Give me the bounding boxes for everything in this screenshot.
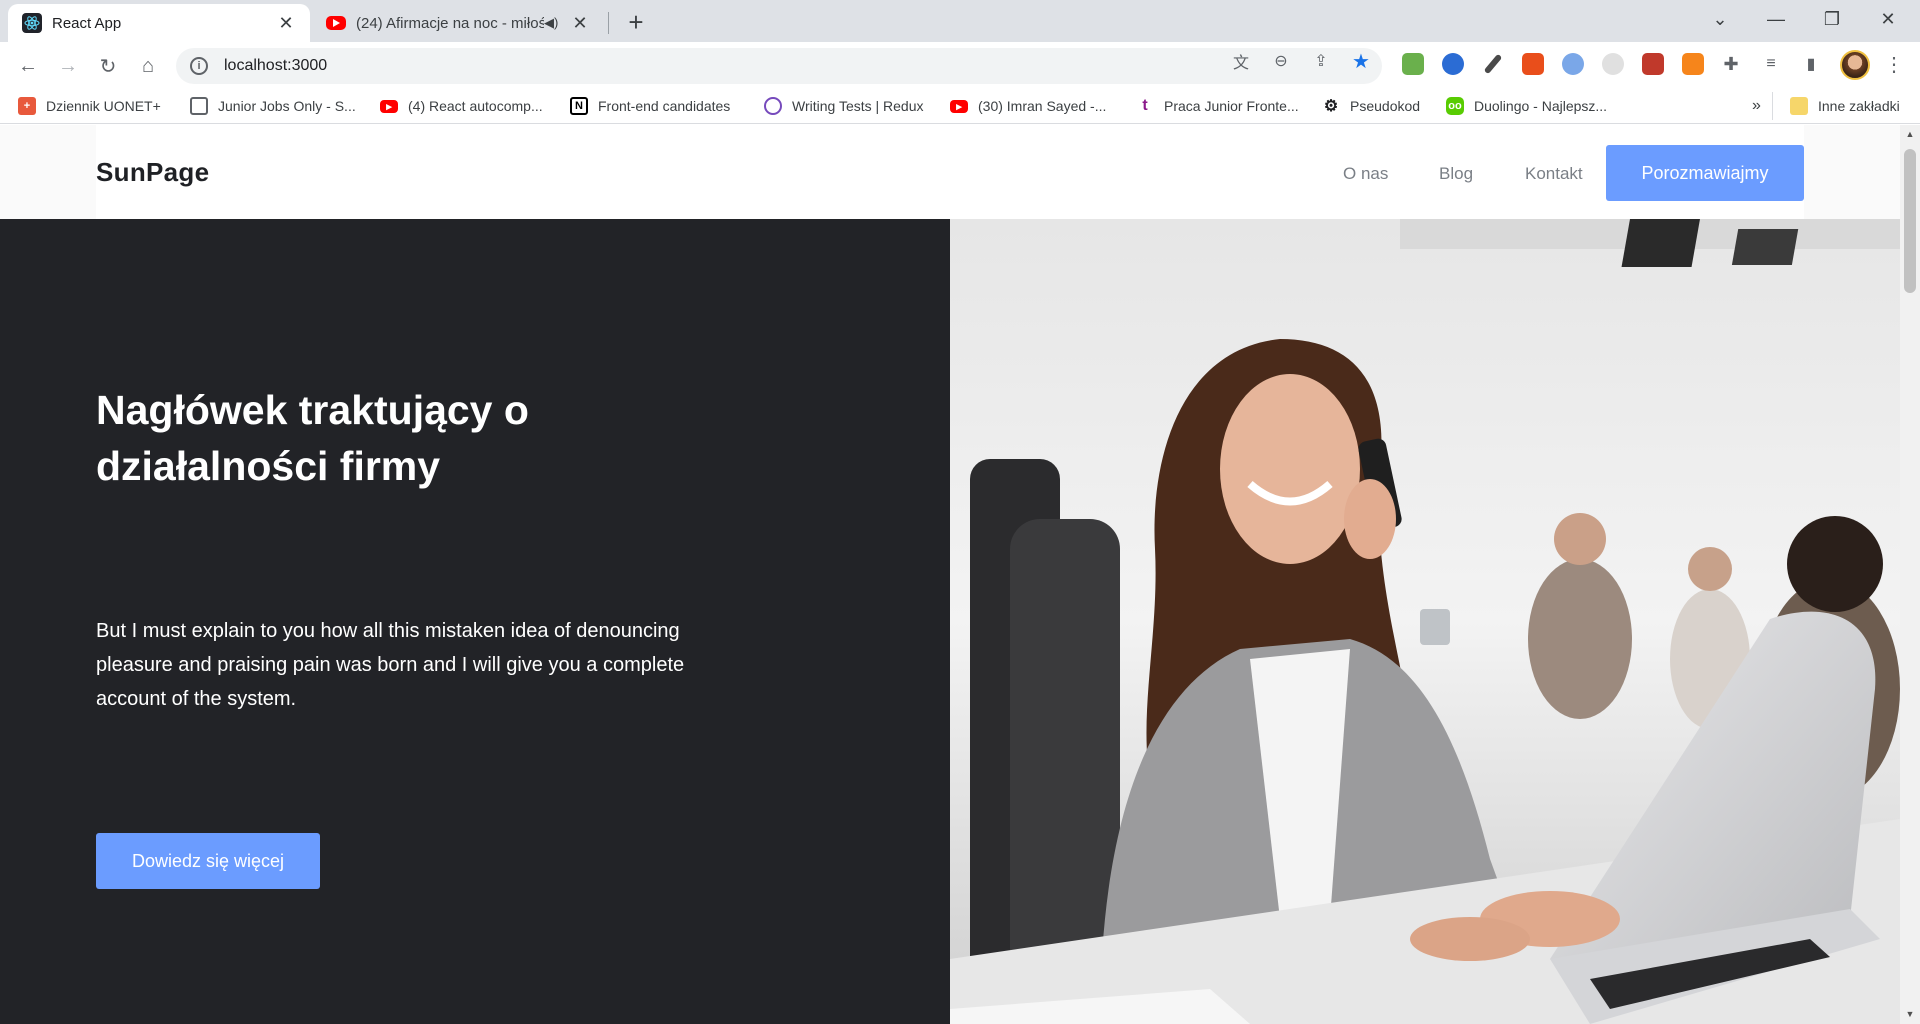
speaker-icon[interactable]: ◀): [544, 15, 564, 31]
learn-more-button[interactable]: Dowiedz się więcej: [96, 833, 320, 889]
bookmark-item[interactable]: Writing Tests | Redux: [764, 95, 924, 117]
home-button[interactable]: ⌂: [132, 50, 164, 82]
tab-title: React App: [52, 14, 122, 32]
close-window-button[interactable]: ✕: [1860, 0, 1916, 38]
reload-button[interactable]: ↻: [92, 50, 124, 82]
contact-cta-button[interactable]: Porozmawiajmy: [1606, 145, 1804, 201]
site-header: SunPage O nas Blog Kontakt Porozmawiajmy: [0, 125, 1900, 219]
nav-link-blog[interactable]: Blog: [1439, 164, 1473, 184]
youtube-icon: ▸: [380, 99, 398, 113]
bookmark-label: Writing Tests | Redux: [792, 98, 924, 114]
extension-icon[interactable]: [1562, 53, 1584, 75]
extension-icon[interactable]: [1642, 53, 1664, 75]
scroll-up-icon[interactable]: ▲: [1905, 129, 1915, 139]
bookmarks-divider: [1772, 92, 1773, 120]
translate-icon[interactable]: 文: [1230, 50, 1252, 72]
bookmarks-bar: + Dziennik UONET+ Junior Jobs Only - S...…: [0, 88, 1920, 124]
bookmark-item[interactable]: ▸ (30) Imran Sayed -...: [950, 95, 1106, 117]
bookmark-label: Praca Junior Fronte...: [1164, 98, 1299, 114]
bookmark-star-icon[interactable]: ★: [1350, 50, 1372, 73]
bookmark-item[interactable]: ⚙ Pseudokod: [1322, 95, 1420, 117]
hero-description: But I must explain to you how all this m…: [96, 620, 685, 710]
back-button[interactable]: ←: [12, 50, 44, 82]
mail-icon: [190, 97, 208, 115]
bookmark-label: (4) React autocomp...: [408, 98, 543, 114]
bookmark-label: Duolingo - Najlepsz...: [1474, 98, 1608, 114]
forward-button[interactable]: →: [52, 50, 84, 82]
uonet-icon: +: [18, 97, 36, 115]
share-icon[interactable]: ⇪: [1310, 50, 1332, 72]
theprotocol-icon: t: [1136, 97, 1154, 115]
close-icon[interactable]: ✕: [276, 13, 296, 33]
tab-separator: [608, 12, 609, 34]
close-icon[interactable]: ✕: [570, 13, 590, 33]
bookmark-label: Junior Jobs Only - S...: [218, 98, 356, 114]
bookmark-item[interactable]: oo Duolingo - Najlepsz...: [1446, 95, 1607, 117]
scroll-down-icon[interactable]: ▼: [1905, 1009, 1915, 1019]
tab-strip: React App ✕ (24) Afirmacje na noc - miło…: [0, 0, 1920, 42]
youtube-icon: [326, 16, 346, 30]
hero-image: [950, 219, 1900, 1024]
more-menu-icon[interactable]: ⋮: [1884, 52, 1904, 78]
profile-avatar[interactable]: [1840, 50, 1870, 80]
bookmark-label: Front-end candidates: [598, 98, 731, 114]
new-tab-button[interactable]: +: [622, 9, 650, 37]
scroll-thumb[interactable]: [1904, 149, 1916, 293]
side-panel-icon[interactable]: ▮: [1800, 53, 1822, 75]
hero-title: Nagłówek traktujący o działalności firmy: [96, 387, 529, 489]
zoom-icon[interactable]: ⊖: [1270, 50, 1292, 72]
site-logo[interactable]: SunPage: [96, 157, 209, 188]
folder-icon: [1790, 97, 1808, 115]
woman-on-phone-photo: [950, 219, 1900, 1024]
hero-section: Nagłówek traktujący o działalności firmy…: [0, 219, 950, 1024]
metamask-icon[interactable]: [1682, 53, 1704, 75]
bookmark-label: (30) Imran Sayed -...: [978, 98, 1107, 114]
nav-link-o-nas[interactable]: O nas: [1343, 164, 1388, 184]
react-icon: [22, 13, 42, 33]
media-control-icon[interactable]: ≡: [1760, 53, 1782, 75]
bookmark-label: Pseudokod: [1350, 98, 1421, 114]
edge-extension-icon[interactable]: [1442, 53, 1464, 75]
page-viewport: SunPage O nas Blog Kontakt Porozmawiajmy…: [0, 125, 1900, 1024]
bookmark-item[interactable]: ▸ (4) React autocomp...: [380, 95, 543, 117]
browser-toolbar: ← → ↻ ⌂ i localhost:3000 文 ⊖ ⇪ ★ ✚ ≡ ▮ ⋮: [0, 42, 1920, 88]
bookmarks-overflow-button[interactable]: »: [1752, 95, 1761, 117]
sheets-extension-icon[interactable]: [1402, 53, 1424, 75]
redux-icon: [764, 97, 782, 115]
youtube-icon: ▸: [950, 99, 968, 113]
extension-icon[interactable]: [1522, 53, 1544, 75]
site-info-icon[interactable]: i: [190, 57, 208, 75]
tab-youtube[interactable]: (24) Afirmacje na noc - miłoś ◀) ✕: [312, 4, 604, 42]
puzzle-extensions-icon[interactable]: ✚: [1720, 53, 1742, 75]
minimize-button[interactable]: —: [1748, 0, 1804, 38]
bookmark-item[interactable]: Junior Jobs Only - S...: [190, 95, 356, 117]
restore-button[interactable]: ❐: [1804, 0, 1860, 38]
bookmark-item[interactable]: t Praca Junior Fronte...: [1136, 95, 1299, 117]
nav-link-kontakt[interactable]: Kontakt: [1525, 164, 1583, 184]
url-text[interactable]: localhost:3000: [224, 57, 327, 75]
extension-icon[interactable]: [1602, 53, 1624, 75]
gear-icon: ⚙: [1322, 97, 1340, 115]
bookmark-label: Dziennik UONET+: [46, 98, 161, 114]
eyedropper-extension-icon[interactable]: [1483, 53, 1503, 75]
tab-title: (24) Afirmacje na noc - miłoś: [356, 14, 544, 32]
bookmark-item[interactable]: + Dziennik UONET+: [18, 95, 161, 117]
page-scrollbar[interactable]: ▲ ▼: [1900, 125, 1920, 1024]
tab-react-app[interactable]: React App ✕: [8, 4, 310, 42]
bookmark-item[interactable]: N Front-end candidates: [570, 95, 730, 117]
notion-icon: N: [570, 97, 588, 115]
site-header-container: SunPage O nas Blog Kontakt Porozmawiajmy: [96, 125, 1804, 219]
address-bar[interactable]: i localhost:3000: [176, 48, 1382, 84]
duolingo-icon: oo: [1446, 97, 1464, 115]
tab-search-chevron-icon[interactable]: ⌄: [1692, 0, 1748, 38]
other-bookmarks-button[interactable]: Inne zakładki: [1790, 95, 1900, 117]
bookmark-label: Inne zakładki: [1818, 98, 1900, 114]
